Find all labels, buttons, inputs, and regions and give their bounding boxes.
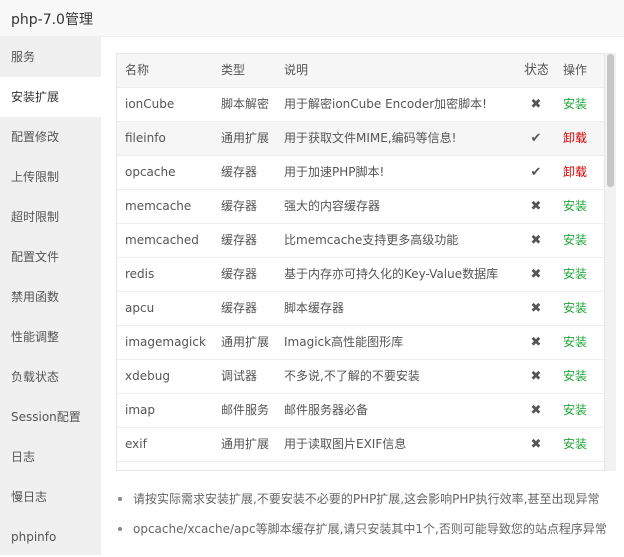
install-button[interactable]: 安装 <box>563 292 593 325</box>
sidebar-item-log[interactable]: 日志 <box>0 437 101 477</box>
install-button[interactable]: 安装 <box>563 428 593 461</box>
ext-type: 缓存器 <box>221 267 258 281</box>
ext-type: 通用扩展 <box>221 437 270 451</box>
bullet-icon <box>118 497 122 501</box>
sidebar: 服务 安装扩展 配置修改 上传限制 超时限制 配置文件 禁用函数 性能调整 负载… <box>0 37 101 555</box>
status-not-installed-icon: ✖ <box>530 267 542 282</box>
ext-name: imagemagick <box>125 335 206 349</box>
sidebar-item-disabled-functions[interactable]: 禁用函数 <box>0 277 101 317</box>
install-button[interactable]: 安装 <box>563 190 593 223</box>
status-not-installed-icon: ✖ <box>530 301 542 316</box>
ext-type: 缓存器 <box>221 165 258 179</box>
install-button[interactable]: 安装 <box>563 360 593 393</box>
status-not-installed-icon: ✖ <box>530 97 542 112</box>
table-header: 名称 类型 说明 状态 操作 <box>117 54 604 88</box>
ext-desc: 用于获取文件MIME,编码等信息! <box>284 131 457 145</box>
ext-desc: 用于解密ionCube Encoder加密脚本! <box>284 97 487 111</box>
table-row: fileinfo 通用扩展 用于获取文件MIME,编码等信息! ✔ 卸载 <box>117 122 604 156</box>
sidebar-item-load-status[interactable]: 负载状态 <box>0 357 101 397</box>
table-row: imagemagick 通用扩展 Imagick高性能图形库 ✖ 安装 <box>117 326 604 360</box>
ext-desc: 不多说,不了解的不要安装 <box>284 369 420 383</box>
ext-name: fileinfo <box>125 131 166 145</box>
sidebar-item-config-edit[interactable]: 配置修改 <box>0 117 101 157</box>
table-row: ionCube 脚本解密 用于解密ionCube Encoder加密脚本! ✖ … <box>117 88 604 122</box>
sidebar-item-slow-log[interactable]: 慢日志 <box>0 477 101 517</box>
ext-desc: 强大的内容缓存器 <box>284 199 381 213</box>
table-row: memcache 缓存器 强大的内容缓存器 ✖ 安装 <box>117 190 604 224</box>
note-item: 请按实际需求安装扩展,不要安装不必要的PHP扩展,这会影响PHP执行效率,甚至出… <box>116 490 616 508</box>
bullet-icon <box>118 527 122 531</box>
ext-type: 缓存器 <box>221 301 258 315</box>
status-not-installed-icon: ✖ <box>530 437 542 452</box>
sidebar-item-performance[interactable]: 性能调整 <box>0 317 101 357</box>
uninstall-button[interactable]: 卸载 <box>563 122 593 155</box>
install-button[interactable]: 安装 <box>563 394 593 427</box>
ext-name: opcache <box>125 165 176 179</box>
ext-name: imap <box>125 403 155 417</box>
header-type: 类型 <box>221 63 246 77</box>
sidebar-item-service[interactable]: 服务 <box>0 37 101 77</box>
ext-name: ionCube <box>125 97 175 111</box>
note-text: opcache/xcache/apc等脚本缓存扩展,请只安装其中1个,否则可能导… <box>133 522 607 536</box>
status-not-installed-icon: ✖ <box>530 369 542 384</box>
sidebar-item-upload-limit[interactable]: 上传限制 <box>0 157 101 197</box>
sidebar-item-phpinfo[interactable]: phpinfo <box>0 517 101 557</box>
ext-name: xdebug <box>125 369 170 383</box>
ext-desc: 用于加速PHP脚本! <box>284 165 385 179</box>
status-installed-icon: ✔ <box>530 165 542 180</box>
install-button[interactable]: 安装 <box>563 224 593 257</box>
install-button[interactable]: 安装 <box>563 326 593 359</box>
sidebar-item-install-extensions[interactable]: 安装扩展 <box>0 77 101 117</box>
sidebar-item-config-file[interactable]: 配置文件 <box>0 237 101 277</box>
header-status: 状态 <box>524 63 548 78</box>
ext-desc: 邮件服务器必备 <box>284 403 369 417</box>
note-item: opcache/xcache/apc等脚本缓存扩展,请只安装其中1个,否则可能导… <box>116 520 616 538</box>
sidebar-item-session-config[interactable]: Session配置 <box>0 397 101 437</box>
ext-type: 通用扩展 <box>221 131 270 145</box>
install-button[interactable]: 安装 <box>563 258 593 291</box>
extensions-table: 名称 类型 说明 状态 操作 ionCube 脚本解密 用于解密ionCube … <box>116 53 605 471</box>
ext-type: 缓存器 <box>221 233 258 247</box>
scrollbar-thumb[interactable] <box>607 54 614 187</box>
ext-type: 邮件服务 <box>221 403 270 417</box>
status-not-installed-icon: ✖ <box>530 199 542 214</box>
ext-name: memcache <box>125 199 192 213</box>
ext-type: 缓存器 <box>221 199 258 213</box>
status-installed-icon: ✔ <box>530 131 542 146</box>
ext-desc: 比memcache支持更多高级功能 <box>284 233 459 247</box>
ext-desc: 脚本缓存器 <box>284 301 345 315</box>
table-row: opcache 缓存器 用于加速PHP脚本! ✔ 卸载 <box>117 156 604 190</box>
table-row: imap 邮件服务 邮件服务器必备 ✖ 安装 <box>117 394 604 428</box>
ext-desc: Imagick高性能图形库 <box>284 335 404 349</box>
ext-type: 调试器 <box>221 369 258 383</box>
table-scrollbar[interactable] <box>605 53 616 471</box>
ext-name: redis <box>125 267 155 281</box>
notes-list: 请按实际需求安装扩展,不要安装不必要的PHP扩展,这会影响PHP执行效率,甚至出… <box>116 490 616 550</box>
ext-name: memcached <box>125 233 199 247</box>
header-desc: 说明 <box>284 63 309 77</box>
status-not-installed-icon: ✖ <box>530 403 542 418</box>
table-row: exif 通用扩展 用于读取图片EXIF信息 ✖ 安装 <box>117 428 604 462</box>
uninstall-button[interactable]: 卸载 <box>563 156 593 189</box>
ext-name: exif <box>125 437 147 451</box>
table-row: xdebug 调试器 不多说,不了解的不要安装 ✖ 安装 <box>117 360 604 394</box>
status-not-installed-icon: ✖ <box>530 335 542 350</box>
table-row: apcu 缓存器 脚本缓存器 ✖ 安装 <box>117 292 604 326</box>
status-not-installed-icon: ✖ <box>530 233 542 248</box>
header-name: 名称 <box>125 63 150 77</box>
install-button[interactable]: 安装 <box>563 88 593 121</box>
note-text: 请按实际需求安装扩展,不要安装不必要的PHP扩展,这会影响PHP执行效率,甚至出… <box>133 492 600 506</box>
table-row: memcached 缓存器 比memcache支持更多高级功能 ✖ 安装 <box>117 224 604 258</box>
title-bar: php-7.0管理 <box>0 0 624 37</box>
ext-desc: 基于内存亦可持久化的Key-Value数据库 <box>284 267 499 281</box>
header-op: 操作 <box>563 63 588 77</box>
sidebar-item-timeout-limit[interactable]: 超时限制 <box>0 197 101 237</box>
window-title: php-7.0管理 <box>11 12 93 28</box>
ext-desc: 用于读取图片EXIF信息 <box>284 437 407 451</box>
ext-type: 脚本解密 <box>221 97 270 111</box>
ext-type: 通用扩展 <box>221 335 270 349</box>
table-row: redis 缓存器 基于内存亦可持久化的Key-Value数据库 ✖ 安装 <box>117 258 604 292</box>
ext-name: apcu <box>125 301 155 315</box>
